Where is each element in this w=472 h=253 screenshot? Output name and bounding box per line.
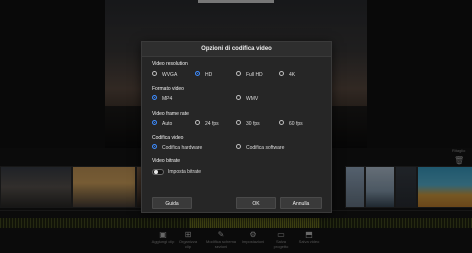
ok-button[interactable]: OK <box>236 197 276 209</box>
radio-hd[interactable]: HD <box>195 71 213 78</box>
radio-mp4[interactable]: MP4 <box>152 95 173 102</box>
radio-fullhd[interactable]: Full HD <box>236 71 263 78</box>
option-label: 4K <box>289 72 296 78</box>
radio-circle <box>236 120 241 126</box>
option-label: HD <box>205 72 213 78</box>
resolution-label: Video resolution <box>152 61 188 67</box>
radio-wvga[interactable]: WVGA <box>152 71 178 78</box>
cancel-button[interactable]: Annulla <box>280 197 322 209</box>
option-label: 24 fps <box>205 121 219 127</box>
toggle-switch <box>152 169 164 175</box>
option-label: Codifica software <box>246 145 285 151</box>
radio-60fps[interactable]: 60 fps <box>279 120 303 127</box>
radio-circle <box>236 144 241 150</box>
framerate-label: Video frame rate <box>152 111 189 117</box>
radio-circle <box>236 95 241 101</box>
option-label: 30 fps <box>246 121 260 127</box>
bitrate-label: Video bitrate <box>152 158 180 164</box>
option-label: WVGA <box>162 72 178 78</box>
codec-label: Codifica video <box>152 135 184 141</box>
dialog-title: Opzioni di codifica video <box>142 42 331 57</box>
option-label: WMV <box>246 96 259 102</box>
option-label: Full HD <box>246 72 263 78</box>
option-label: Auto <box>162 121 173 127</box>
bitrate-toggle-label: Imposta bitrate <box>168 169 202 175</box>
bitrate-toggle[interactable] <box>152 169 164 175</box>
help-button[interactable]: Guida <box>152 197 192 209</box>
format-label: Formato video <box>152 86 184 92</box>
radio-circle <box>195 120 200 126</box>
radio-circle-selected <box>152 120 157 126</box>
radio-circle <box>152 71 157 77</box>
radio-auto[interactable]: Auto <box>152 120 173 127</box>
radio-30fps[interactable]: 30 fps <box>236 120 260 127</box>
radio-circle <box>279 71 284 77</box>
radio-software[interactable]: Codifica software <box>236 144 285 151</box>
radio-hardware[interactable]: Codifica hardware <box>152 144 203 151</box>
radio-circle-selected <box>152 144 157 150</box>
radio-4k[interactable]: 4K <box>279 71 296 78</box>
encoding-options-dialog: Opzioni di codifica video Video resoluti… <box>141 41 332 213</box>
radio-circle <box>279 120 284 126</box>
radio-circle-selected <box>152 95 157 101</box>
radio-wmv[interactable]: WMV <box>236 95 259 102</box>
radio-circle-selected <box>195 71 200 77</box>
radio-24fps[interactable]: 24 fps <box>195 120 219 127</box>
option-label: 60 fps <box>289 121 303 127</box>
radio-circle <box>236 71 241 77</box>
option-label: Codifica hardware <box>162 145 203 151</box>
option-label: MP4 <box>162 96 173 102</box>
